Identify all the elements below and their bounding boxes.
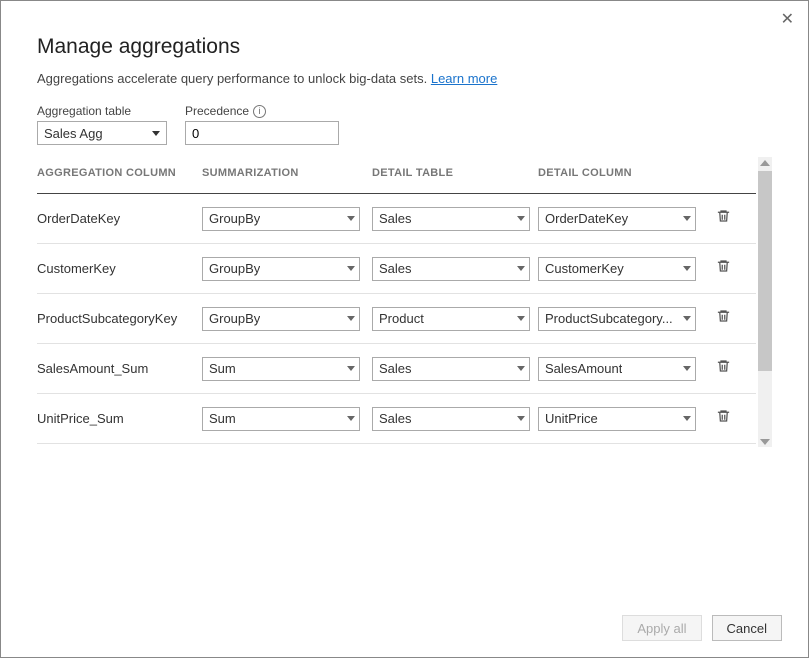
detail-table-select[interactable]: Product (372, 307, 530, 331)
detail-column-select[interactable]: CustomerKey (538, 257, 696, 281)
table-row: UnitPrice_Sum Sum Sales UnitPrice (37, 394, 756, 444)
detail-column-value: UnitPrice (545, 411, 598, 426)
delete-row-button[interactable] (708, 308, 738, 329)
learn-more-link[interactable]: Learn more (431, 71, 497, 86)
summarization-select[interactable]: Sum (202, 407, 360, 431)
summarization-value: GroupBy (209, 261, 260, 276)
aggregation-column-name: CustomerKey (37, 261, 202, 276)
detail-table-select[interactable]: Sales (372, 257, 530, 281)
chevron-down-icon (517, 216, 525, 221)
aggregation-table-value: Sales Agg (44, 126, 103, 141)
chevron-down-icon (683, 366, 691, 371)
scrollbar-thumb[interactable] (758, 171, 772, 371)
manage-aggregations-dialog: ✕ Manage aggregations Aggregations accel… (0, 0, 809, 658)
precedence-label-text: Precedence (185, 104, 249, 118)
table-row: ProductSubcategoryKey GroupBy Product Produ… (37, 294, 756, 344)
detail-table-value: Sales (379, 261, 412, 276)
delete-row-button[interactable] (708, 358, 738, 379)
chevron-down-icon (683, 216, 691, 221)
header-detail-table: DETAIL TABLE (372, 167, 538, 179)
subtitle-text: Aggregations accelerate query performanc… (37, 71, 431, 86)
chevron-down-icon (347, 366, 355, 371)
summarization-value: GroupBy (209, 211, 260, 226)
detail-table-value: Sales (379, 361, 412, 376)
detail-column-select[interactable]: UnitPrice (538, 407, 696, 431)
detail-table-select[interactable]: Sales (372, 407, 530, 431)
aggregations-table: AGGREGATION COLUMN SUMMARIZATION DETAIL … (37, 157, 756, 444)
summarization-select[interactable]: GroupBy (202, 307, 360, 331)
table-row: SalesAmount_Sum Sum Sales SalesAmount (37, 344, 756, 394)
delete-row-button[interactable] (708, 408, 738, 429)
detail-table-select[interactable]: Sales (372, 357, 530, 381)
summarization-value: Sum (209, 411, 236, 426)
detail-table-value: Sales (379, 411, 412, 426)
precedence-label: Precedence i (185, 104, 339, 118)
delete-row-button[interactable] (708, 258, 738, 279)
detail-column-value: SalesAmount (545, 361, 622, 376)
chevron-down-icon (683, 316, 691, 321)
apply-all-button[interactable]: Apply all (622, 615, 701, 641)
summarization-select[interactable]: GroupBy (202, 257, 360, 281)
trash-icon (716, 258, 731, 279)
detail-table-value: Product (379, 311, 424, 326)
trash-icon (716, 208, 731, 229)
summarization-value: Sum (209, 361, 236, 376)
table-row: CustomerKey GroupBy Sales CustomerKey (37, 244, 756, 294)
trash-icon (716, 358, 731, 379)
trash-icon (716, 308, 731, 329)
chevron-down-icon (517, 416, 525, 421)
aggregation-table-label: Aggregation table (37, 104, 167, 118)
precedence-input[interactable] (185, 121, 339, 145)
chevron-down-icon (347, 316, 355, 321)
detail-column-value: OrderDateKey (545, 211, 628, 226)
table-header-row: AGGREGATION COLUMN SUMMARIZATION DETAIL … (37, 157, 756, 194)
header-aggregation-column: AGGREGATION COLUMN (37, 167, 202, 179)
detail-column-value: CustomerKey (545, 261, 624, 276)
summarization-select[interactable]: GroupBy (202, 207, 360, 231)
chevron-down-icon (517, 316, 525, 321)
info-icon[interactable]: i (253, 105, 266, 118)
chevron-down-icon (683, 266, 691, 271)
chevron-down-icon (347, 216, 355, 221)
detail-table-value: Sales (379, 211, 412, 226)
detail-column-value: ProductSubcategory... (545, 311, 673, 326)
aggregation-column-name: UnitPrice_Sum (37, 411, 202, 426)
dialog-title: Manage aggregations (37, 35, 772, 59)
delete-row-button[interactable] (708, 208, 738, 229)
aggregation-column-name: ProductSubcategoryKey (37, 311, 202, 326)
detail-column-select[interactable]: SalesAmount (538, 357, 696, 381)
chevron-down-icon (517, 266, 525, 271)
scroll-up-icon[interactable] (760, 160, 770, 166)
dialog-subtitle: Aggregations accelerate query performanc… (37, 71, 772, 86)
aggregation-table-select[interactable]: Sales Agg (37, 121, 167, 145)
trash-icon (716, 408, 731, 429)
detail-column-select[interactable]: ProductSubcategory... (538, 307, 696, 331)
summarization-select[interactable]: Sum (202, 357, 360, 381)
summarization-value: GroupBy (209, 311, 260, 326)
header-detail-column: DETAIL COLUMN (538, 167, 708, 179)
detail-column-select[interactable]: OrderDateKey (538, 207, 696, 231)
cancel-button[interactable]: Cancel (712, 615, 782, 641)
header-summarization: SUMMARIZATION (202, 167, 372, 179)
scrollbar-track[interactable] (758, 157, 772, 447)
aggregation-column-name: SalesAmount_Sum (37, 361, 202, 376)
chevron-down-icon (152, 131, 160, 136)
close-icon[interactable]: ✕ (781, 9, 794, 29)
detail-table-select[interactable]: Sales (372, 207, 530, 231)
table-row: OrderDateKey GroupBy Sales OrderDateKey (37, 194, 756, 244)
chevron-down-icon (517, 366, 525, 371)
chevron-down-icon (347, 266, 355, 271)
chevron-down-icon (347, 416, 355, 421)
aggregation-column-name: OrderDateKey (37, 211, 202, 226)
chevron-down-icon (683, 416, 691, 421)
scroll-down-icon[interactable] (760, 439, 770, 445)
